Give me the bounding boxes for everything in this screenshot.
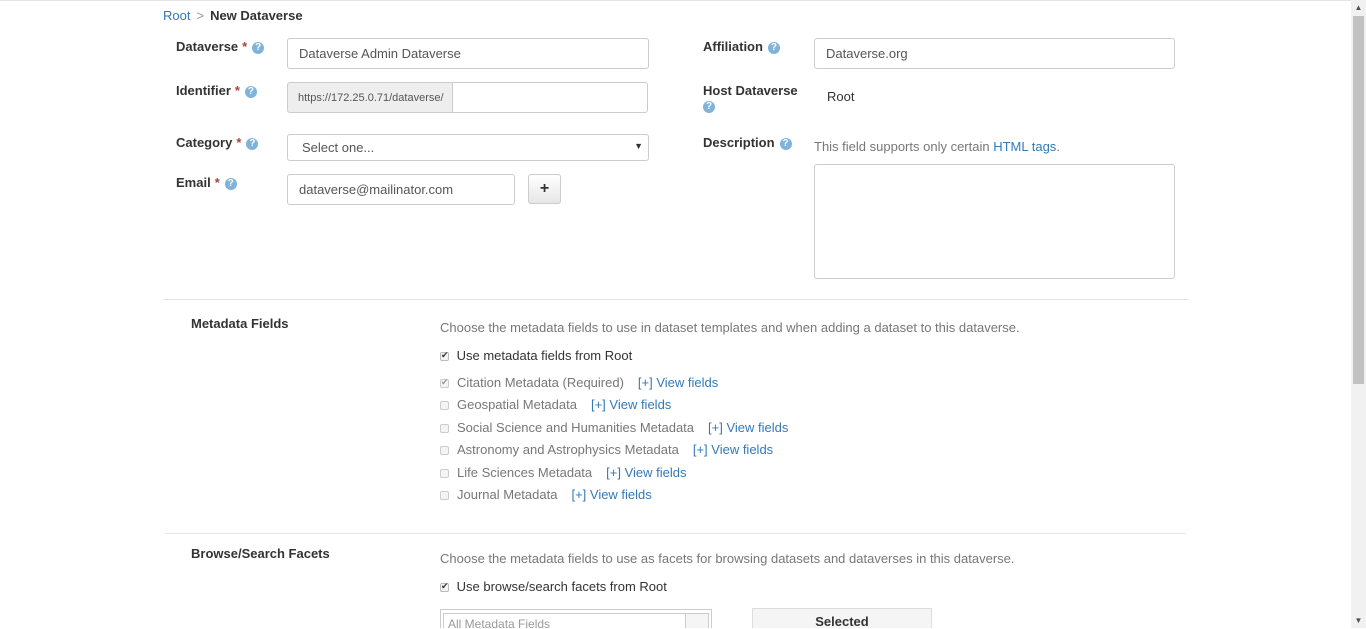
- metadata-block-astronomy: Astronomy and Astrophysics Metadata [+] V…: [440, 442, 773, 457]
- section-divider: [163, 299, 1189, 300]
- metadata-block-name: Life Sciences Metadata: [457, 465, 593, 480]
- breadcrumb-current: New Dataverse: [210, 8, 303, 23]
- metadata-block-name: Citation Metadata (Required): [457, 375, 624, 390]
- scroll-up-arrow-icon[interactable]: ▲: [1351, 0, 1366, 15]
- dataverse-name-input[interactable]: Dataverse Admin Dataverse: [287, 38, 649, 69]
- category-select[interactable]: Select one... ▼: [287, 134, 649, 161]
- metadata-fields-title: Metadata Fields: [191, 316, 289, 331]
- metadata-block-checkbox: [440, 377, 449, 389]
- affiliation-label-text: Affiliation: [703, 39, 763, 54]
- metadata-block-social-science: Social Science and Humanities Metadata [+…: [440, 420, 788, 435]
- dataverse-label-text: Dataverse: [176, 39, 239, 54]
- help-icon[interactable]: ?: [779, 138, 792, 150]
- view-fields-link[interactable]: [+] View fields: [693, 442, 773, 457]
- identifier-prefix: https://172.25.0.71/dataverse/: [287, 82, 453, 113]
- scrollbar-thumb[interactable]: [1353, 16, 1364, 384]
- available-facets-list[interactable]: All Metadata Fields: [440, 609, 712, 628]
- affiliation-value: Dataverse.org: [826, 46, 908, 61]
- metadata-block-name: Astronomy and Astrophysics Metadata: [457, 442, 679, 457]
- metadata-block-checkbox: [440, 446, 449, 456]
- help-icon[interactable]: ?: [246, 138, 259, 150]
- identifier-label-text: Identifier: [176, 83, 231, 98]
- top-border: [0, 0, 1351, 1]
- metadata-fields-intro: Choose the metadata fields to use in dat…: [440, 320, 1020, 335]
- scroll-down-arrow-icon[interactable]: ▼: [1351, 613, 1366, 628]
- metadata-block-checkbox: [440, 424, 449, 434]
- host-dataverse-value: Root: [827, 89, 855, 104]
- metadata-block-name: Geospatial Metadata: [457, 397, 577, 412]
- help-icon[interactable]: ?: [252, 42, 265, 54]
- category-selected-value: Select one...: [302, 140, 375, 155]
- identifier-input[interactable]: [452, 82, 648, 113]
- breadcrumb: Root > New Dataverse: [163, 8, 303, 23]
- identifier-prefix-text: https://172.25.0.71/dataverse/: [298, 91, 444, 104]
- category-label-text: Category: [176, 135, 233, 150]
- email-input[interactable]: dataverse@mailinator.com: [287, 174, 515, 205]
- breadcrumb-separator: >: [196, 8, 205, 23]
- plus-icon: +: [539, 180, 550, 197]
- help-icon[interactable]: ?: [767, 42, 780, 54]
- required-mark: *: [236, 135, 242, 150]
- help-icon[interactable]: ?: [703, 101, 715, 113]
- view-fields-link[interactable]: [+] View fields: [571, 487, 651, 502]
- use-root-metadata-label: Use metadata fields from Root: [456, 348, 633, 363]
- use-root-facets-label: Use browse/search facets from Root: [456, 579, 667, 594]
- required-mark: *: [242, 39, 248, 54]
- metadata-block-checkbox: [440, 401, 449, 411]
- description-note-text: This field supports only certain: [814, 139, 990, 154]
- view-fields-link[interactable]: [+] View fields: [638, 375, 718, 390]
- chevron-down-icon: ▼: [634, 141, 643, 151]
- available-facets-header: All Metadata Fields: [443, 613, 709, 628]
- category-label: Category *?: [176, 135, 259, 150]
- metadata-block-checkbox: [440, 469, 449, 479]
- affiliation-label: Affiliation?: [703, 39, 780, 54]
- use-root-metadata-checkbox[interactable]: [440, 350, 449, 362]
- metadata-block-life-sciences: Life Sciences Metadata [+] View fields: [440, 465, 686, 480]
- view-fields-link[interactable]: [+] View fields: [591, 397, 671, 412]
- help-icon[interactable]: ?: [224, 178, 237, 190]
- html-tags-link[interactable]: HTML tags: [993, 139, 1056, 154]
- description-textarea[interactable]: [814, 164, 1175, 279]
- use-root-metadata-option[interactable]: Use metadata fields from Root: [440, 348, 632, 363]
- metadata-block-name: Journal Metadata: [457, 487, 558, 502]
- add-email-button[interactable]: +: [528, 174, 561, 204]
- description-label-text: Description: [703, 135, 775, 150]
- email-label-text: Email: [176, 175, 211, 190]
- description-label: Description?: [703, 135, 792, 150]
- email-label: Email *?: [176, 175, 237, 190]
- help-icon[interactable]: ?: [244, 86, 257, 98]
- available-facets-header-text: All Metadata Fields: [448, 617, 551, 628]
- host-dataverse-label-text: Host Dataverse: [703, 83, 798, 98]
- facets-intro: Choose the metadata fields to use as fac…: [440, 551, 1015, 566]
- metadata-block-citation: Citation Metadata (Required) [+] View fie…: [440, 375, 718, 390]
- dataverse-name-value: Dataverse Admin Dataverse: [299, 46, 461, 61]
- metadata-block-checkbox: [440, 491, 449, 501]
- use-root-facets-checkbox[interactable]: [440, 581, 449, 593]
- breadcrumb-root-link[interactable]: Root: [163, 8, 190, 23]
- affiliation-input[interactable]: Dataverse.org: [814, 38, 1175, 69]
- required-mark: *: [214, 175, 220, 190]
- metadata-block-journal: Journal Metadata [+] View fields: [440, 487, 652, 502]
- email-value: dataverse@mailinator.com: [299, 182, 454, 197]
- selected-facets-header: Selected: [815, 614, 869, 629]
- view-fields-link[interactable]: [+] View fields: [708, 420, 788, 435]
- view-fields-link[interactable]: [+] View fields: [606, 465, 686, 480]
- description-help-note: This field supports only certain HTML ta…: [814, 139, 1060, 154]
- required-mark: *: [234, 83, 240, 98]
- host-dataverse-label: Host Dataverse ?: [703, 83, 798, 113]
- metadata-block-name: Social Science and Humanities Metadata: [457, 420, 695, 435]
- selected-facets-list: Selected: [752, 608, 932, 629]
- use-root-facets-option[interactable]: Use browse/search facets from Root: [440, 579, 667, 594]
- description-note-end: .: [1056, 139, 1060, 154]
- list-scroll-button[interactable]: [685, 614, 708, 628]
- identifier-label: Identifier *?: [176, 83, 257, 98]
- section-divider: [165, 533, 1186, 534]
- metadata-block-geospatial: Geospatial Metadata [+] View fields: [440, 397, 671, 412]
- dataverse-label: Dataverse *?: [176, 39, 265, 54]
- facets-title: Browse/Search Facets: [191, 546, 330, 561]
- page-scrollbar[interactable]: ▲ ▼: [1351, 0, 1366, 628]
